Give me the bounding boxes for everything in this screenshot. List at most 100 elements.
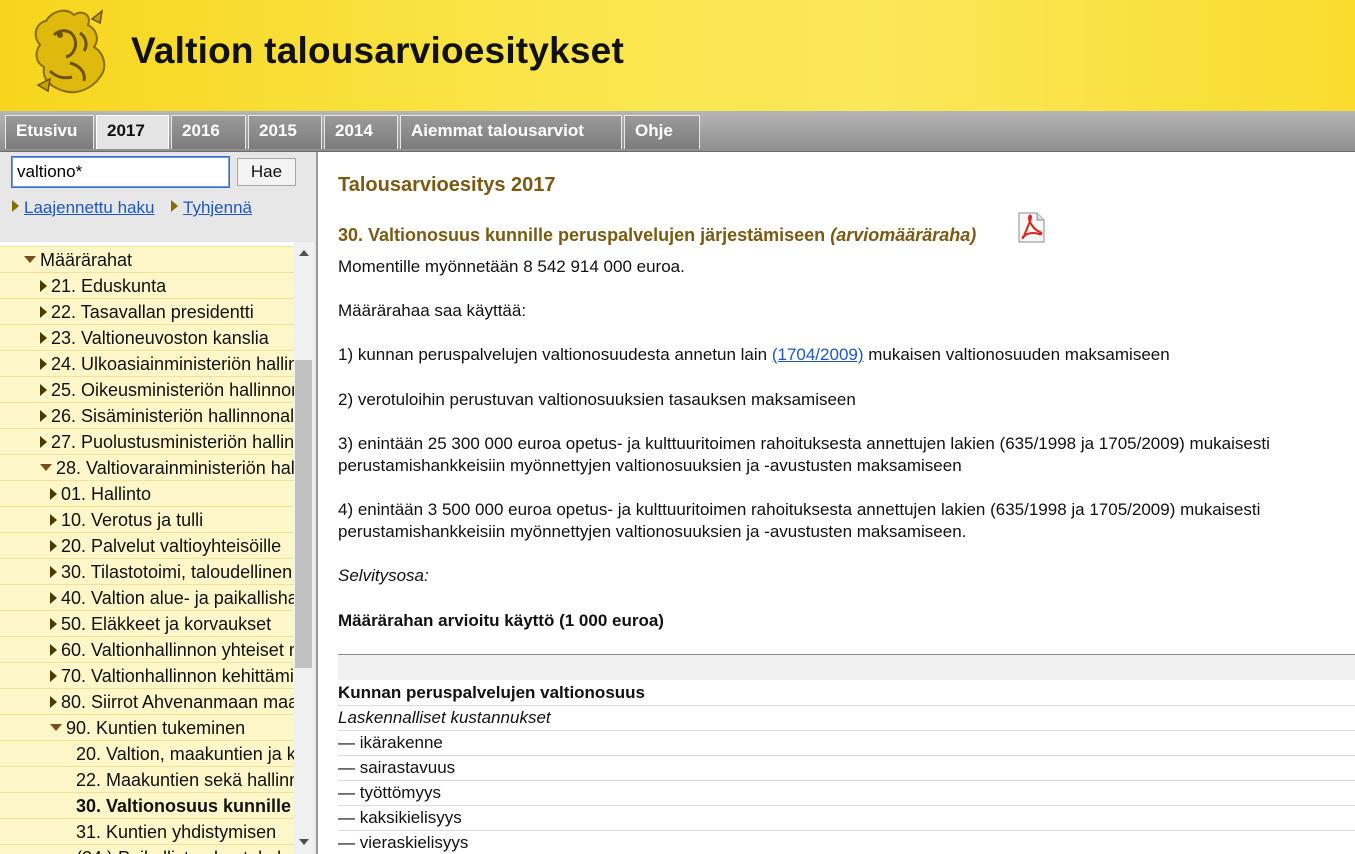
tree-item-label[interactable]: 50. Eläkkeet ja korvaukset (61, 614, 271, 634)
triangle-down-icon[interactable] (50, 724, 62, 731)
triangle-right-icon[interactable] (50, 488, 57, 500)
tree-item[interactable]: 90. Kuntien tukeminen (0, 714, 294, 740)
tree-item[interactable]: 31. Kuntien yhdistymisen (0, 818, 294, 844)
triangle-right-icon[interactable] (50, 696, 57, 708)
tree-item[interactable]: 22. Maakuntien sekä hallinnon (0, 766, 294, 792)
tree-item-label[interactable]: 28. Valtiovarainministeriön hallinnonala (56, 458, 294, 478)
tree-scrollbar[interactable] (294, 242, 314, 854)
tree-item[interactable]: Määrärahat (0, 246, 294, 272)
tree-item[interactable]: 22. Tasavallan presidentti (0, 298, 294, 324)
scroll-up-icon[interactable] (299, 250, 309, 256)
advanced-search-link[interactable]: Laajennettu haku (12, 198, 154, 218)
tree-item[interactable]: (34.) Paikallisten kuntakokeilujen (0, 844, 294, 854)
triangle-right-icon[interactable] (40, 384, 47, 396)
tree-item-label[interactable]: 22. Tasavallan presidentti (51, 302, 254, 322)
tab-aiemmat-talousarviot[interactable]: Aiemmat talousarviot (400, 115, 622, 149)
triangle-right-icon[interactable] (40, 358, 47, 370)
tree-item-label[interactable]: 23. Valtioneuvoston kanslia (51, 328, 269, 348)
tree-item-label[interactable]: 80. Siirrot Ahvenanmaan maakunnalle (61, 692, 294, 712)
coat-of-arms-lion-icon (34, 9, 106, 94)
triangle-right-icon[interactable] (40, 306, 47, 318)
law-link[interactable]: (1704/2009) (772, 345, 864, 364)
triangle-right-icon[interactable] (50, 670, 57, 682)
tree-item[interactable]: 21. Eduskunta (0, 272, 294, 298)
tree-item[interactable]: 40. Valtion alue- ja paikallishallinto (0, 584, 294, 610)
tree-item-label[interactable]: 01. Hallinto (61, 484, 151, 504)
tree-item-label[interactable]: 24. Ulkoasiainministeriön hallinnonala (51, 354, 294, 374)
pdf-icon[interactable] (1018, 212, 1045, 243)
search-input[interactable] (11, 156, 230, 188)
tree-item[interactable]: 70. Valtionhallinnon kehittäminen (0, 662, 294, 688)
site-title: Valtion talousarvioesitykset (131, 30, 624, 71)
tree-item[interactable]: 30. Tilastotoimi, taloudellinen tutkimus (0, 558, 294, 584)
tree-item-label[interactable]: 31. Kuntien yhdistymisen (76, 822, 276, 842)
tree-item[interactable]: 01. Hallinto (0, 480, 294, 506)
scroll-down-icon[interactable] (299, 839, 309, 845)
tree-item[interactable]: 10. Verotus ja tulli (0, 506, 294, 532)
paragraph-2: 2) verotuloihin perustuvan valtionosuuks… (338, 390, 856, 409)
tree-item[interactable]: 28. Valtiovarainministeriön hallinnonala (0, 454, 294, 480)
triangle-right-icon[interactable] (40, 410, 47, 422)
sidebar: Hae Laajennettu haku Tyhjennä Määrärahat… (0, 152, 318, 854)
paragraph-use: Määrärahaa saa käyttää: (338, 301, 527, 320)
triangle-down-icon[interactable] (40, 464, 52, 471)
tree-item[interactable]: 27. Puolustusministeriön hallinnonala (0, 428, 294, 454)
triangle-right-icon[interactable] (50, 618, 57, 630)
search-button[interactable]: Hae (237, 158, 296, 186)
tree-item-label[interactable]: 60. Valtionhallinnon yhteiset menot (61, 640, 294, 660)
tab-2015[interactable]: 2015 (248, 115, 322, 149)
tree-item-label[interactable]: 10. Verotus ja tulli (61, 510, 203, 530)
header-banner: Valtion talousarvioesitykset (0, 0, 1355, 112)
table-row: — kaksikielisyys (338, 805, 1355, 831)
tree-item-label[interactable]: 30. Valtionosuus kunnille (76, 796, 291, 816)
triangle-right-icon[interactable] (50, 644, 57, 656)
tab-2014[interactable]: 2014 (324, 115, 398, 149)
tree-item-label[interactable]: 27. Puolustusministeriön hallinnonala (51, 432, 294, 452)
tab-2017[interactable]: 2017 (96, 115, 169, 149)
tab-2016[interactable]: 2016 (171, 115, 246, 149)
tree-item[interactable]: 80. Siirrot Ahvenanmaan maakunnalle (0, 688, 294, 714)
tree-item[interactable]: 30. Valtionosuus kunnille (0, 792, 294, 818)
tree-item-label[interactable]: 30. Tilastotoimi, taloudellinen tutkimus (61, 562, 294, 582)
clear-search-link[interactable]: Tyhjennä (171, 198, 252, 218)
tree-item-label[interactable]: 20. Valtion, maakuntien ja kuntien (76, 744, 294, 764)
tree-item-label[interactable]: 21. Eduskunta (51, 276, 166, 296)
triangle-right-icon[interactable] (40, 436, 47, 448)
tree-item-label[interactable]: 25. Oikeusministeriön hallinnonala (51, 380, 294, 400)
arrow-right-icon (12, 200, 19, 212)
tree-item-label[interactable]: 20. Palvelut valtioyhteisöille (61, 536, 281, 556)
tree-item-label[interactable]: Määrärahat (40, 250, 132, 270)
tree-item-label[interactable]: 26. Sisäministeriön hallinnonala (51, 406, 294, 426)
selvitysosa-label: Selvitysosa: (338, 566, 429, 585)
tree-item[interactable]: 20. Valtion, maakuntien ja kuntien (0, 740, 294, 766)
triangle-down-icon[interactable] (24, 256, 36, 263)
tree-item[interactable]: 24. Ulkoasiainministeriön hallinnonala (0, 350, 294, 376)
table-header-row (338, 654, 1355, 680)
tree-item-label[interactable]: (34.) Paikallisten kuntakokeilujen (76, 848, 294, 854)
tree-item[interactable]: 50. Eläkkeet ja korvaukset (0, 610, 294, 636)
triangle-right-icon[interactable] (40, 332, 47, 344)
top-navigation: Etusivu 2017 2016 2015 2014 Aiemmat talo… (0, 111, 1355, 152)
tab-etusivu[interactable]: Etusivu (5, 115, 94, 149)
triangle-right-icon[interactable] (50, 514, 57, 526)
paragraph-1: 1) kunnan peruspalvelujen valtionosuudes… (338, 345, 1170, 364)
tree-item-label[interactable]: 40. Valtion alue- ja paikallishallinto (61, 588, 294, 608)
triangle-right-icon[interactable] (50, 540, 57, 552)
item-title: 30. Valtionosuus kunnille peruspalveluje… (338, 225, 977, 245)
tree-item[interactable]: 23. Valtioneuvoston kanslia (0, 324, 294, 350)
tab-ohje[interactable]: Ohje (624, 115, 700, 149)
tree-item[interactable]: 25. Oikeusministeriön hallinnonala (0, 376, 294, 402)
triangle-right-icon[interactable] (50, 592, 57, 604)
paragraph-amount: Momentille myönnetään 8 542 914 000 euro… (338, 257, 685, 276)
tree-item[interactable]: 20. Palvelut valtioyhteisöille (0, 532, 294, 558)
tree-item[interactable]: 60. Valtionhallinnon yhteiset menot (0, 636, 294, 662)
table-row: — ikärakenne (338, 730, 1355, 756)
tree-item-label[interactable]: 70. Valtionhallinnon kehittäminen (61, 666, 294, 686)
triangle-right-icon[interactable] (50, 566, 57, 578)
tree-item-label[interactable]: 90. Kuntien tukeminen (66, 718, 245, 738)
scroll-thumb[interactable] (295, 360, 312, 668)
table-row: — vieraskielisyys (338, 830, 1355, 854)
tree-item[interactable]: 26. Sisäministeriön hallinnonala (0, 402, 294, 428)
triangle-right-icon[interactable] (40, 280, 47, 292)
tree-item-label[interactable]: 22. Maakuntien sekä hallinnon (76, 770, 294, 790)
